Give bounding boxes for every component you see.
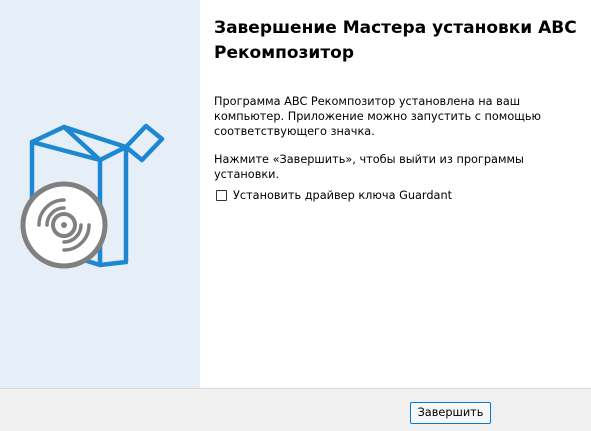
button-bar: Завершить — [0, 388, 591, 431]
content-pane: Завершение Мастера установки ABC Рекомпо… — [200, 0, 591, 388]
install-complete-text: Программа ABC Рекомпозитор установлена н… — [214, 95, 542, 138]
guardant-driver-option[interactable]: Установить драйвер ключа Guardant — [216, 188, 452, 203]
guardant-driver-checkbox[interactable] — [216, 190, 227, 201]
finish-instruction-text: Нажмите «Завершить», чтобы выйти из прог… — [214, 153, 524, 181]
side-panel — [0, 0, 200, 388]
page-title: Завершение Мастера установки ABC Рекомпо… — [214, 18, 577, 63]
guardant-driver-label: Установить драйвер ключа Guardant — [233, 189, 453, 202]
finish-button[interactable]: Завершить — [410, 402, 491, 424]
wizard-window: Завершение Мастера установки ABC Рекомпо… — [0, 0, 591, 388]
box-with-disc-icon — [20, 123, 165, 269]
